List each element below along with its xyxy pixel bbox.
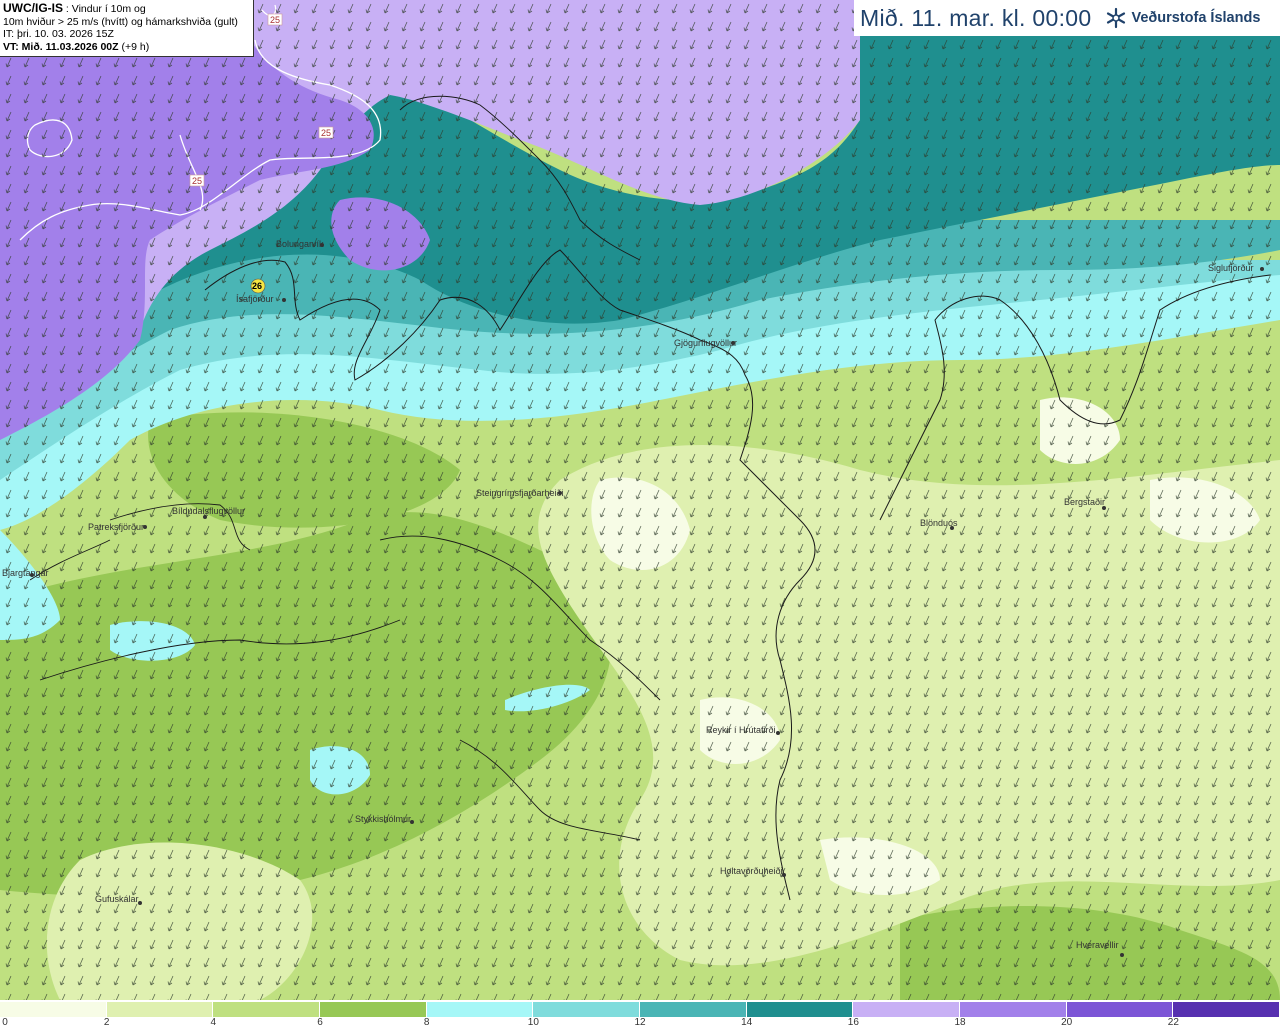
legend-tick-label: 2 xyxy=(103,1017,110,1028)
weather-map-viewer: 25 25 25 26 Bolungarvík Ísafjörður Gjögu… xyxy=(0,0,1280,1030)
vedurstofa-logo[interactable]: Veðurstofa Íslands xyxy=(1105,7,1260,29)
svg-text:Gjögurflugvöllur: Gjögurflugvöllur xyxy=(674,338,737,348)
legend-tick-label: 16 xyxy=(847,1017,859,1028)
svg-text:Gufuskálar: Gufuskálar xyxy=(95,894,139,904)
svg-text:26: 26 xyxy=(252,281,262,291)
svg-text:Bolungarvík: Bolungarvík xyxy=(276,239,324,249)
valid-time: Mið. 11. mar. kl. 00:00 xyxy=(860,4,1092,31)
header-bar: Mið. 11. mar. kl. 00:00 Veðurstofa Íslan… xyxy=(854,0,1280,36)
svg-text:Siglufjörður: Siglufjörður xyxy=(1208,263,1254,273)
svg-text:Steingrímsfjarðarheiði: Steingrímsfjarðarheiði xyxy=(476,488,564,498)
info-title-line: UWC/IG-IS : Vindur í 10m og xyxy=(3,2,250,16)
svg-text:Reykir í Hrútafirði: Reykir í Hrútafirði xyxy=(706,725,776,735)
svg-text:Bjargtangar: Bjargtangar xyxy=(2,568,49,578)
legend-swatch xyxy=(426,1002,534,1017)
lead-time: (+9 h) xyxy=(118,40,150,53)
product-desc-2: 10m hviður > 25 m/s (hvítt) og hámarkshv… xyxy=(3,15,238,28)
svg-text:Holtavörðuheiði: Holtavörðuheiði xyxy=(720,866,783,876)
svg-text:25: 25 xyxy=(321,128,331,138)
legend-swatch xyxy=(1066,1002,1174,1017)
product-desc: : Vindur í 10m og xyxy=(63,3,146,15)
svg-text:25: 25 xyxy=(270,15,280,25)
svg-text:Ísafjörður: Ísafjörður xyxy=(236,294,274,304)
valid-time-label: VT: Mið. 11.03.2026 00Z xyxy=(3,40,119,53)
gust-label: 25 xyxy=(267,13,283,26)
svg-text:Blönduós: Blönduós xyxy=(920,518,958,528)
legend-swatch xyxy=(0,1002,107,1017)
legend-tick-label: 18 xyxy=(954,1017,966,1028)
legend-tick-label: 8 xyxy=(423,1017,430,1028)
svg-text:Patreksfjörður: Patreksfjörður xyxy=(88,522,144,532)
gust-label: 25 xyxy=(318,126,334,139)
legend-tick-label: 10 xyxy=(527,1017,539,1028)
init-time: IT: þri. 10. 03. 2026 15Z xyxy=(3,28,114,40)
svg-text:Stykkishólmur: Stykkishólmur xyxy=(355,814,411,824)
legend-swatch xyxy=(320,1002,427,1017)
legend-swatch xyxy=(746,1002,854,1017)
legend-swatch xyxy=(853,1002,961,1017)
svg-text:Bíldudalsflugvöllur: Bíldudalsflugvöllur xyxy=(172,506,245,516)
logo-text: Veðurstofa Íslands xyxy=(1131,10,1261,26)
legend-swatch xyxy=(960,1002,1067,1017)
color-legend: 0 2 4 6 8 10 12 14 16 18 20 22 xyxy=(0,1000,1280,1030)
legend-tick-label: 22 xyxy=(1167,1017,1179,1028)
legend-tick-label: 14 xyxy=(741,1017,753,1028)
legend-swatch xyxy=(533,1002,641,1017)
legend-swatch xyxy=(1173,1002,1280,1017)
legend-tick-label: 12 xyxy=(634,1017,646,1028)
wind-forecast-map: 25 25 25 26 Bolungarvík Ísafjörður Gjögu… xyxy=(0,0,1280,1000)
legend-bar xyxy=(0,1002,1280,1017)
gust-label: 25 xyxy=(189,174,205,187)
svg-text:25: 25 xyxy=(192,176,202,186)
legend-swatch xyxy=(640,1002,747,1017)
legend-swatch xyxy=(213,1002,321,1017)
svg-text:Bergstaðir: Bergstaðir xyxy=(1064,497,1105,507)
legend-tick-label: 20 xyxy=(1061,1017,1073,1028)
legend-tick-label: 6 xyxy=(317,1017,323,1028)
legend-tick-label: 4 xyxy=(210,1017,217,1028)
svg-text:Hveravellir: Hveravellir xyxy=(1076,940,1119,950)
valid-time-line: VT: Mið. 11.03.2026 00Z (+9 h) xyxy=(3,41,250,54)
model-name: UWC/IG-IS xyxy=(3,1,63,15)
max-gust-marker: 26 xyxy=(250,278,266,294)
legend-ticks: 0 2 4 6 8 10 12 14 16 18 20 22 xyxy=(0,1017,1280,1030)
legend-swatch xyxy=(106,1002,214,1017)
snowflake-logo-icon xyxy=(1107,7,1126,29)
info-box: UWC/IG-IS : Vindur í 10m og 10m hviður >… xyxy=(0,0,254,57)
legend-tick-label: 0 xyxy=(2,1017,8,1028)
